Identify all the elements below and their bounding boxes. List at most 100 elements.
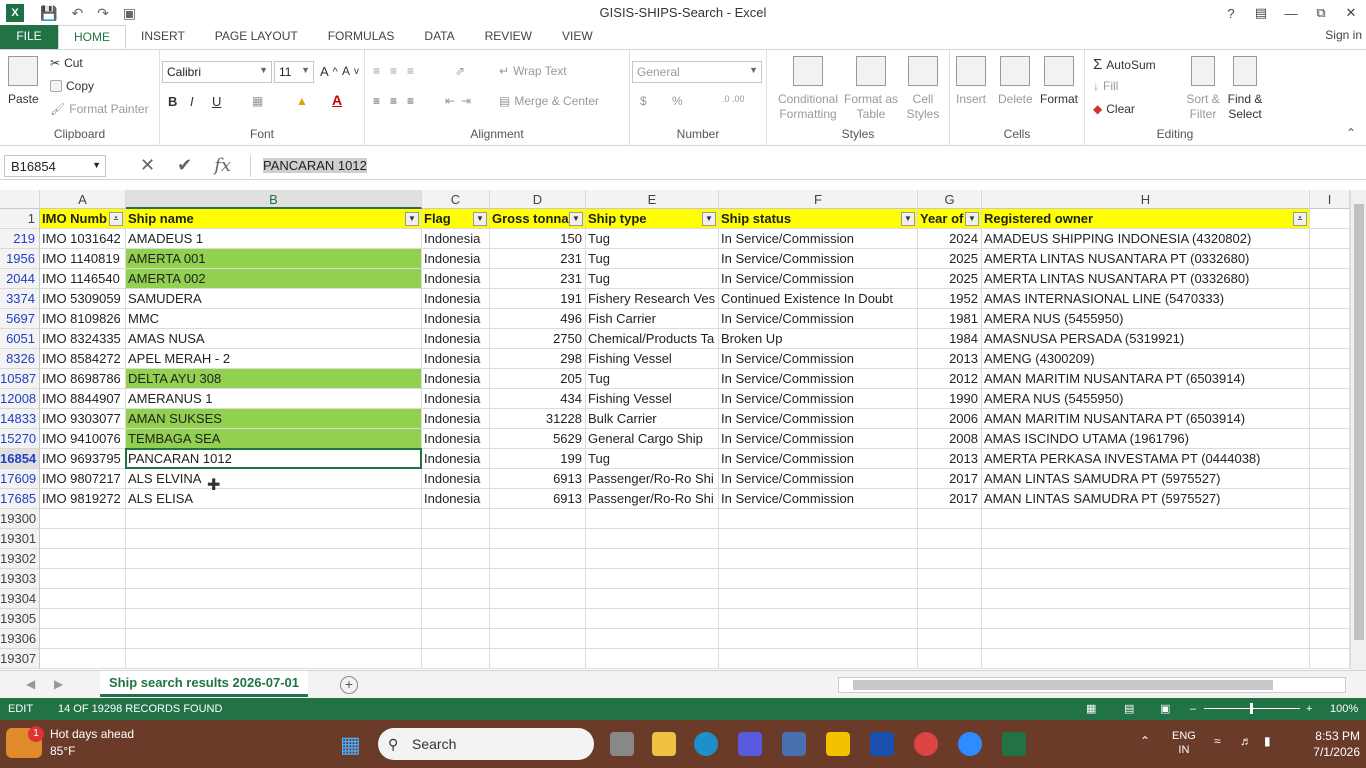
grid-cell[interactable]: In Service/Commission xyxy=(719,389,918,409)
filter-dropdown-icon[interactable]: ▼ xyxy=(702,212,716,226)
close-icon[interactable]: ✕ xyxy=(1336,0,1366,26)
grid-cell[interactable] xyxy=(982,629,1310,649)
grid-cell[interactable] xyxy=(422,629,490,649)
row-number[interactable]: 17685 xyxy=(0,489,40,509)
grid-cell[interactable] xyxy=(719,629,918,649)
grid-cell[interactable] xyxy=(918,649,982,669)
volume-icon[interactable]: ♬ xyxy=(1240,734,1252,748)
wifi-icon[interactable]: ≈ xyxy=(1214,734,1221,748)
grid-cell[interactable] xyxy=(126,589,422,609)
font-name-dropdown[interactable]: Calibri ▼ xyxy=(162,61,272,83)
chrome-icon[interactable] xyxy=(914,732,938,756)
row-number[interactable]: 14833 xyxy=(0,409,40,429)
grid-cell[interactable]: Indonesia xyxy=(422,469,490,489)
grid-cell[interactable] xyxy=(1310,649,1350,669)
percent-button[interactable]: % xyxy=(672,94,683,108)
paste-button[interactable]: Paste xyxy=(8,56,39,106)
grid-cell[interactable]: Indonesia xyxy=(422,449,490,469)
row-number[interactable]: 19305 xyxy=(0,609,40,629)
grid-cell[interactable]: Fishing Vessel xyxy=(586,349,719,369)
grid-cell[interactable]: IMO 9807217 xyxy=(40,469,126,489)
grid-cell[interactable]: AMERANUS 1 xyxy=(126,389,422,409)
grid-cell[interactable]: 2013 xyxy=(918,449,982,469)
horizontal-scroll-thumb[interactable] xyxy=(853,680,1273,690)
row-number[interactable]: 1 xyxy=(0,209,40,229)
zoom-app-icon[interactable] xyxy=(958,732,982,756)
windows-start-icon[interactable]: ▦ xyxy=(340,732,361,758)
grid-cell[interactable]: 2025 xyxy=(918,269,982,289)
grid-cell[interactable]: In Service/Commission xyxy=(719,229,918,249)
grid-cell[interactable]: Indonesia xyxy=(422,329,490,349)
grid-cell[interactable]: 298 xyxy=(490,349,586,369)
header-cell[interactable]: Ship status ▼ xyxy=(719,209,918,229)
grid-cell[interactable]: In Service/Commission xyxy=(719,269,918,289)
grid-cell[interactable]: AMERTA LINTAS NUSANTARA PT (0332680) xyxy=(982,269,1310,289)
copy-button[interactable]: Copy xyxy=(50,79,94,93)
grid-cell[interactable]: 150 xyxy=(490,229,586,249)
row-number[interactable]: 219 xyxy=(0,229,40,249)
normal-view-icon[interactable]: ▦ xyxy=(1086,698,1096,720)
language-indicator[interactable]: ENG IN xyxy=(1172,729,1196,757)
grid-cell[interactable] xyxy=(490,609,586,629)
vertical-scrollbar[interactable] xyxy=(1350,190,1366,670)
grid-cell[interactable] xyxy=(490,649,586,669)
grid-cell[interactable]: In Service/Commission xyxy=(719,369,918,389)
grid-cell[interactable] xyxy=(719,509,918,529)
grid-cell[interactable]: 1952 xyxy=(918,289,982,309)
merge-center-button[interactable]: ▤ Merge & Center xyxy=(499,94,599,108)
grid-cell[interactable]: 6913 xyxy=(490,489,586,509)
grid-cell[interactable] xyxy=(1310,509,1350,529)
column-header[interactable]: C xyxy=(422,190,490,209)
grid-cell[interactable] xyxy=(490,529,586,549)
header-cell[interactable]: Ship type ▼ xyxy=(586,209,719,229)
grid-cell[interactable]: General Cargo Ship xyxy=(586,429,719,449)
page-break-view-icon[interactable]: ▣ xyxy=(1160,698,1170,720)
ribbon-display-icon[interactable]: ▤ xyxy=(1246,0,1276,26)
grid-cell[interactable] xyxy=(1310,469,1350,489)
grid-cell[interactable] xyxy=(1310,629,1350,649)
sheet-tab[interactable]: Ship search results 2026-07-01 xyxy=(100,671,308,697)
filter-dropdown-icon[interactable]: ▼ xyxy=(473,212,487,226)
grid-cell[interactable]: Indonesia xyxy=(422,289,490,309)
header-cell[interactable]: Gross tonna ▼ xyxy=(490,209,586,229)
column-header[interactable]: B xyxy=(126,190,422,209)
grid-cell[interactable] xyxy=(422,549,490,569)
grid-cell[interactable]: Tug xyxy=(586,249,719,269)
grid-cell[interactable] xyxy=(719,609,918,629)
grid-cell[interactable]: IMO 1140819 xyxy=(40,249,126,269)
grid-cell[interactable] xyxy=(1310,589,1350,609)
grid-cell[interactable] xyxy=(982,509,1310,529)
row-number[interactable]: 5697 xyxy=(0,309,40,329)
name-box[interactable]: B16854 ▼ xyxy=(4,155,106,177)
grid-cell[interactable]: 2017 xyxy=(918,489,982,509)
grid-cell[interactable] xyxy=(126,569,422,589)
grid-cell[interactable] xyxy=(982,609,1310,629)
grid-cell[interactable]: Indonesia xyxy=(422,429,490,449)
grid-cell[interactable]: 6913 xyxy=(490,469,586,489)
grid-cell[interactable]: 31228 xyxy=(490,409,586,429)
grid-cell[interactable]: AMERTA 002 xyxy=(126,269,422,289)
grid-cell[interactable]: AMERTA PERKASA INVESTAMA PT (0444038) xyxy=(982,449,1310,469)
grid-cell[interactable]: AMERTA 001 xyxy=(126,249,422,269)
grid-cell[interactable]: IMO 9410076 xyxy=(40,429,126,449)
column-header[interactable]: E xyxy=(586,190,719,209)
zoom-level[interactable]: 100% xyxy=(1330,698,1358,720)
grid-cell[interactable] xyxy=(40,569,126,589)
number-format-dropdown[interactable]: General ▼ xyxy=(632,61,762,83)
conditional-formatting-button[interactable]: Conditional Formatting xyxy=(773,56,843,122)
grid-cell[interactable]: AMAN SUKSES xyxy=(126,409,422,429)
zoom-slider-thumb[interactable] xyxy=(1250,703,1253,714)
grid-cell[interactable] xyxy=(1310,429,1350,449)
grid-cell[interactable] xyxy=(422,529,490,549)
grid-cell[interactable]: Broken Up xyxy=(719,329,918,349)
undo-icon[interactable]: ↶ xyxy=(71,5,83,22)
add-sheet-icon[interactable]: + xyxy=(340,676,358,694)
grid-cell[interactable]: Indonesia xyxy=(422,269,490,289)
grid-cell[interactable]: Tug xyxy=(586,229,719,249)
grid-cell[interactable]: IMO 5309059 xyxy=(40,289,126,309)
grid-cell[interactable]: 434 xyxy=(490,389,586,409)
indent-icons[interactable]: ⇤⇥ xyxy=(445,94,477,108)
tab-data[interactable]: DATA xyxy=(409,25,469,49)
grid-cell[interactable]: Indonesia xyxy=(422,249,490,269)
grid-cell[interactable] xyxy=(1310,569,1350,589)
